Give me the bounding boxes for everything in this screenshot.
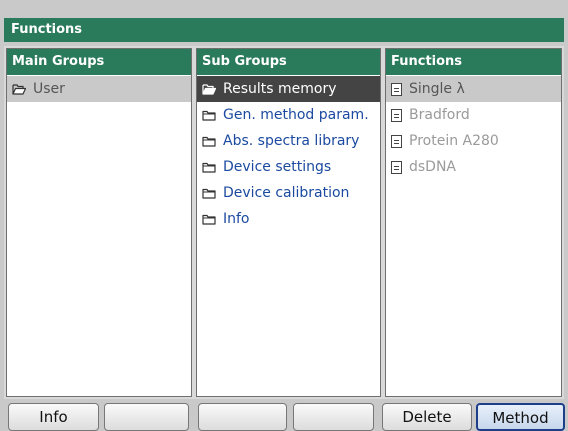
folder-open-icon (202, 83, 216, 95)
list-item-label: Gen. method param. (223, 107, 369, 123)
document-icon (391, 134, 402, 148)
folder-icon (202, 109, 216, 121)
info-softkey[interactable]: Info (8, 403, 99, 431)
list-item-label: Abs. spectra library (223, 133, 360, 149)
list-item-label: Device settings (223, 159, 332, 175)
sub-groups-list: Results memory Gen. method param. Abs. s… (197, 76, 380, 396)
sub-groups-pane: Sub Groups Results memory Gen. method pa… (194, 46, 383, 399)
list-item-label: Single λ (409, 81, 465, 97)
folder-icon (202, 161, 216, 173)
list-item-label: Bradford (409, 107, 470, 123)
folder-icon (202, 213, 216, 225)
document-icon (391, 160, 402, 174)
functions-header: Functions (386, 49, 561, 75)
method-softkey[interactable]: Method (476, 403, 565, 431)
list-item-label: Results memory (223, 81, 337, 97)
softkey-bar: Info Delete Method (0, 403, 568, 431)
sub-group-item-device-calibration[interactable]: Device calibration (197, 180, 380, 206)
sub-group-item-info[interactable]: Info (197, 206, 380, 232)
document-icon (391, 82, 402, 96)
delete-softkey[interactable]: Delete (382, 403, 472, 431)
function-item-single-lambda[interactable]: Single λ (386, 76, 561, 102)
functions-list: Single λ Bradford Protein A280 dsDNA (386, 76, 561, 396)
main-group-item-user[interactable]: User (7, 76, 191, 102)
softkey-4[interactable] (293, 403, 374, 431)
folder-open-icon (12, 83, 26, 95)
sub-group-item-device-settings[interactable]: Device settings (197, 154, 380, 180)
sub-group-item-abs-spectra-library[interactable]: Abs. spectra library (197, 128, 380, 154)
functions-pane: Functions Single λ Bradford Protein A280… (383, 46, 564, 399)
softkey-2[interactable] (104, 403, 189, 431)
list-item-label: Info (223, 211, 250, 227)
list-item-label: dsDNA (409, 159, 457, 175)
function-item-protein-a280[interactable]: Protein A280 (386, 128, 561, 154)
list-item-label: Device calibration (223, 185, 350, 201)
main-groups-pane: Main Groups User (4, 46, 194, 399)
main-groups-header: Main Groups (7, 49, 191, 75)
function-item-dsdna[interactable]: dsDNA (386, 154, 561, 180)
sub-groups-header: Sub Groups (197, 49, 380, 75)
main-groups-list: User (7, 76, 191, 396)
folder-icon (202, 187, 216, 199)
function-item-bradford[interactable]: Bradford (386, 102, 561, 128)
softkey-3[interactable] (198, 403, 287, 431)
document-icon (391, 108, 402, 122)
list-item-label: Protein A280 (409, 133, 499, 149)
window-title: Functions (4, 18, 564, 42)
folder-icon (202, 135, 216, 147)
screen: Functions Main Groups User Sub Groups Re… (0, 0, 568, 431)
sub-group-item-gen-method-param[interactable]: Gen. method param. (197, 102, 380, 128)
sub-group-item-results-memory[interactable]: Results memory (197, 76, 380, 102)
list-item-label: User (33, 81, 65, 97)
